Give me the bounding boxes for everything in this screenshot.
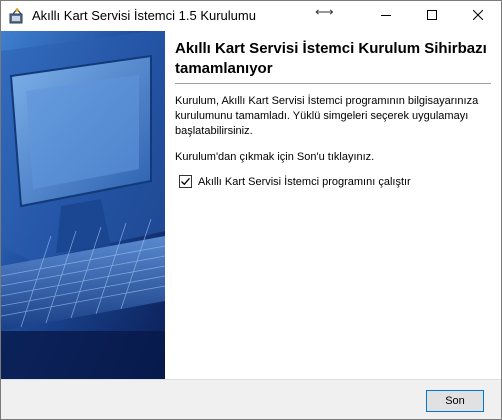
exit-instruction: Kurulum'dan çıkmak için Son'u tıklayınız… bbox=[175, 151, 375, 163]
finish-button[interactable]: Son bbox=[426, 390, 484, 412]
run-program-label[interactable]: Akıllı Kart Servisi İstemci programını ç… bbox=[198, 176, 411, 188]
page-title: Akıllı Kart Servisi İstemci Kurulum Sihi… bbox=[175, 39, 495, 79]
button-bar: Son bbox=[1, 379, 501, 419]
installer-window: Akıllı Kart Servisi İstemci 1.5 Kurulumu… bbox=[0, 0, 502, 420]
page-title-line-2: tamamlanıyor bbox=[175, 60, 273, 77]
page-title-line-1: Akıllı Kart Servisi İstemci Kurulum Sihi… bbox=[175, 40, 487, 57]
maximize-button[interactable] bbox=[409, 1, 455, 31]
minimize-button[interactable] bbox=[363, 1, 409, 31]
completion-message: Kurulum, Akıllı Kart Servisi İstemci pro… bbox=[175, 94, 493, 139]
completion-message-line-3: başlatabilirsiniz. bbox=[175, 125, 253, 137]
run-program-checkbox[interactable] bbox=[179, 175, 192, 188]
resize-cursor-icon: ⟷ bbox=[315, 4, 334, 19]
installer-icon bbox=[8, 7, 26, 25]
minimize-icon bbox=[381, 7, 391, 25]
divider bbox=[175, 83, 491, 84]
close-icon bbox=[472, 7, 484, 25]
title-bar[interactable]: Akıllı Kart Servisi İstemci 1.5 Kurulumu… bbox=[1, 1, 501, 31]
run-program-option[interactable]: Akıllı Kart Servisi İstemci programını ç… bbox=[179, 175, 411, 188]
close-button[interactable] bbox=[455, 1, 501, 31]
maximize-icon bbox=[427, 7, 437, 25]
window-title: Akıllı Kart Servisi İstemci 1.5 Kurulumu bbox=[32, 8, 256, 23]
wizard-content: Akıllı Kart Servisi İstemci Kurulum Sihi… bbox=[165, 31, 501, 379]
wizard-banner-image bbox=[1, 31, 165, 379]
completion-message-line-2: kurulumunu tamamladı. Yüklü simgeleri se… bbox=[175, 110, 469, 122]
completion-message-line-1: Kurulum, Akıllı Kart Servisi İstemci pro… bbox=[175, 95, 479, 107]
